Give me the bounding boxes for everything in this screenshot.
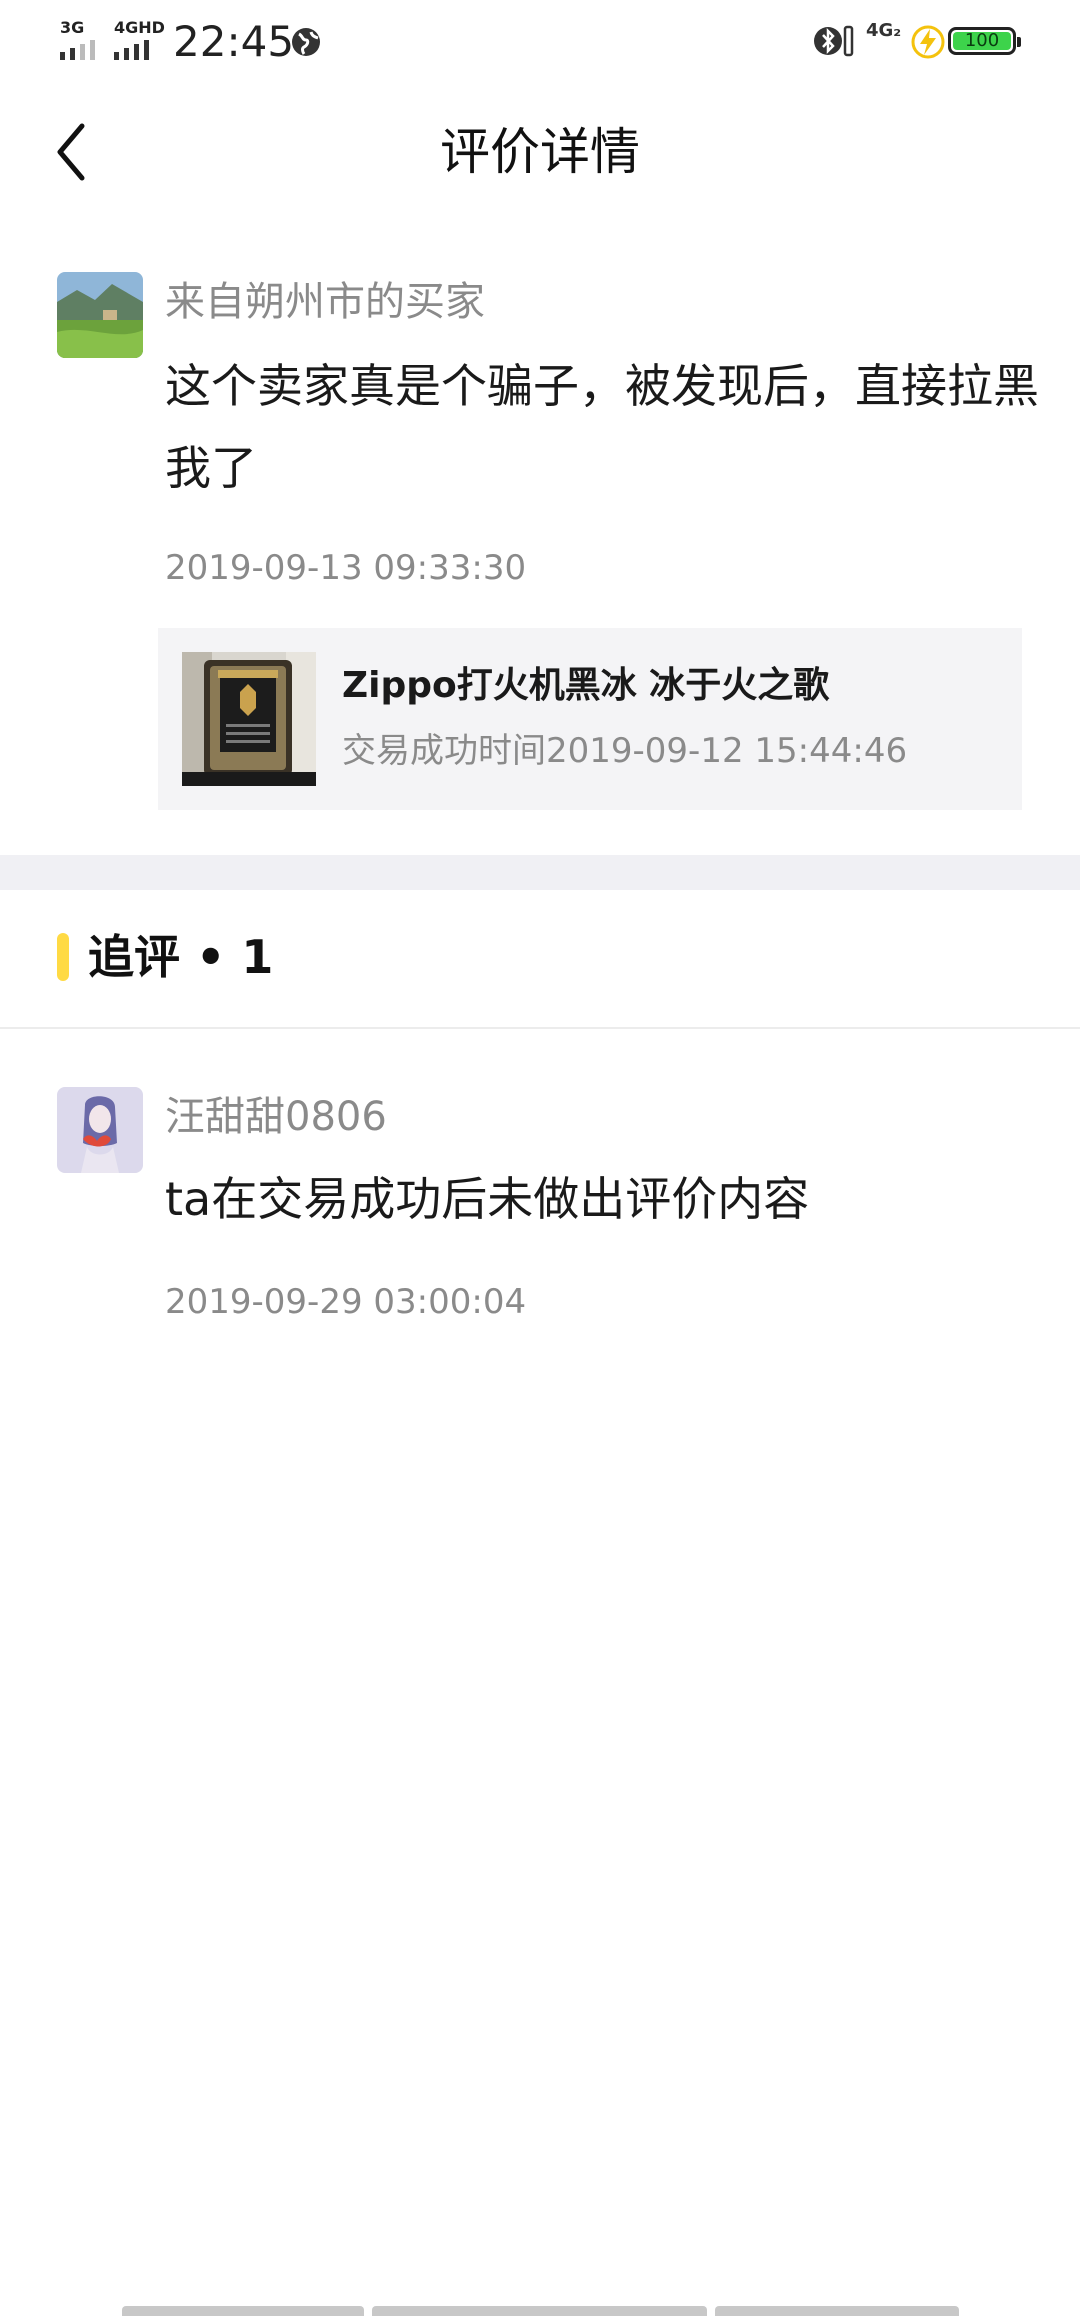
product-thumbnail <box>182 652 316 786</box>
product-card[interactable]: Zippo打火机黑冰 冰于火之歌 交易成功时间2019-09-12 15:44:… <box>158 628 1022 810</box>
gesture-bar-center[interactable] <box>372 2306 707 2316</box>
followup-timestamp: 2019-09-29 03:00:04 <box>165 1282 527 1322</box>
reviewer-name: 来自朔州市的买家 <box>165 279 485 325</box>
gesture-bar-left[interactable] <box>122 2306 364 2316</box>
divider <box>0 1027 1080 1029</box>
bluetooth-vibrate-icon <box>814 25 854 57</box>
charging-bolt-icon <box>911 25 945 59</box>
product-name: Zippo打火机黑冰 冰于火之歌 <box>342 665 830 706</box>
product-trade-time: 交易成功时间2019-09-12 15:44:46 <box>342 731 908 771</box>
followup-label: 追评 • 1 <box>88 930 274 984</box>
section-separator <box>0 855 1080 890</box>
signal1-label: 3G <box>60 18 85 37</box>
network-label: 4G₂ <box>866 20 902 41</box>
battery-icon: 100 <box>948 27 1021 55</box>
followup-content: ta在交易成功后未做出评价内容 <box>165 1172 810 1226</box>
review-timestamp: 2019-09-13 09:33:30 <box>165 548 527 588</box>
followup-avatar[interactable] <box>57 1087 143 1173</box>
reviewer-avatar[interactable] <box>57 272 143 358</box>
page-title: 评价详情 <box>440 123 640 181</box>
followup-reviewer-name: 汪甜甜0806 <box>165 1094 387 1140</box>
battery-level: 100 <box>964 30 1000 51</box>
status-bar: 3G 4GHD 22:45 4G₂ 100 <box>0 0 1080 84</box>
nav-bar: 评价详情 <box>0 84 1080 216</box>
review-content: 这个卖家真是个骗子，被发现后，直接拉黑我了 <box>165 359 1039 495</box>
status-time: 22:45 <box>173 17 295 66</box>
signal2-label: 4GHD <box>114 18 165 37</box>
gesture-bar-right[interactable] <box>715 2306 959 2316</box>
globe-icon <box>292 28 320 56</box>
review-detail-page: 3G 4GHD 22:45 4G₂ 100 评价详情 来自朔州市的买家 这个卖家… <box>0 0 1080 2316</box>
section-accent-bar <box>57 933 69 981</box>
followup-header: 追评 • 1 <box>0 890 1080 1028</box>
